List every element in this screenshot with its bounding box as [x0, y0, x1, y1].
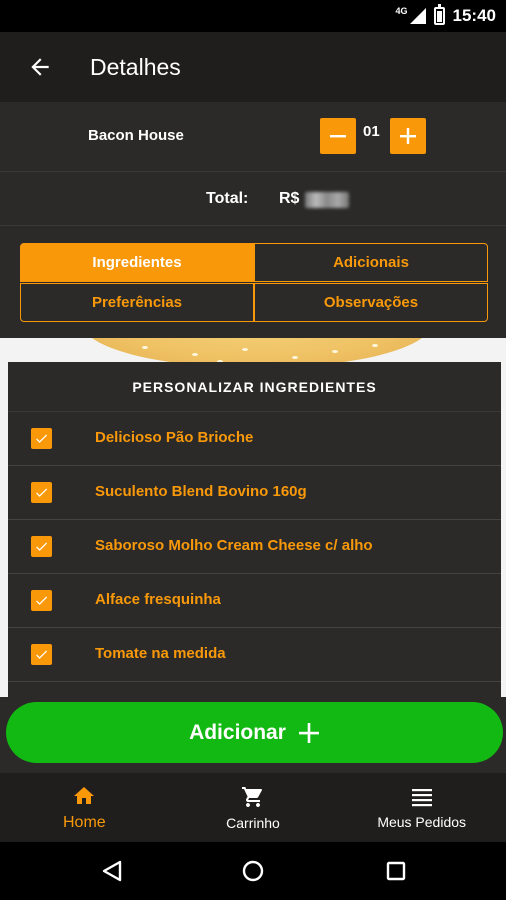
checkbox[interactable] — [31, 428, 52, 449]
check-icon — [36, 434, 48, 443]
ingredient-label: Delicioso Pão Brioche — [95, 429, 254, 446]
cart-icon — [242, 786, 262, 807]
check-icon — [36, 650, 48, 659]
decrease-quantity-button[interactable] — [320, 118, 356, 154]
ingredient-row[interactable]: Tomate na medida — [8, 628, 501, 682]
add-button-bar: Adicionar — [0, 697, 506, 773]
product-row: Bacon House 01 — [0, 102, 506, 172]
network-type: 4G — [395, 6, 408, 16]
battery-icon — [433, 4, 445, 25]
product-name: Bacon House — [88, 127, 184, 144]
ingredient-label: Saboroso Molho Cream Cheese c/ alho — [95, 537, 373, 554]
bottom-navigation: Home Carrinho Meus Pedidos — [0, 773, 506, 842]
ingredients-panel: PERSONALIZAR INGREDIENTES Delicioso Pão … — [8, 362, 501, 697]
nav-label: Home — [62, 813, 106, 831]
total-row: Total: R$ — [0, 172, 506, 226]
ingredient-label: Tomate na medida — [95, 645, 226, 662]
page-title: Detalhes — [90, 53, 181, 80]
nav-carrinho[interactable]: Carrinho — [169, 773, 338, 842]
checkbox[interactable] — [31, 482, 52, 503]
check-icon — [36, 596, 48, 605]
home-icon — [74, 786, 95, 804]
check-icon — [36, 488, 48, 497]
panel-title: PERSONALIZAR INGREDIENTES — [8, 362, 501, 412]
status-bar: 4G 15:40 — [0, 0, 506, 32]
signal-icon — [409, 8, 426, 24]
add-button-label: Adicionar — [189, 720, 286, 744]
nav-label: Meus Pedidos — [377, 813, 467, 830]
increase-quantity-button[interactable] — [390, 118, 426, 154]
ingredient-row[interactable]: Alface fresquinha — [8, 574, 501, 628]
detail-tabs: Ingredientes Adicionais Preferências Obs… — [20, 243, 488, 322]
back-button[interactable] — [0, 32, 80, 102]
ingredient-row[interactable]: Delicioso Pão Brioche — [8, 412, 501, 466]
add-to-cart-button[interactable]: Adicionar — [6, 702, 503, 763]
ingredient-row[interactable]: Saboroso Molho Cream Cheese c/ alho — [8, 520, 501, 574]
checkbox[interactable] — [31, 590, 52, 611]
tab-preferencias[interactable]: Preferências — [20, 283, 254, 322]
checkbox[interactable] — [31, 536, 52, 557]
nav-label: Carrinho — [226, 814, 280, 831]
nav-meus-pedidos[interactable]: Meus Pedidos — [337, 773, 506, 842]
total-value-blurred — [305, 192, 349, 208]
ingredient-label: Suculento Blend Bovino 160g — [95, 483, 307, 500]
currency-symbol: R$ — [279, 190, 300, 207]
checkbox[interactable] — [31, 644, 52, 665]
plus-icon — [298, 722, 319, 743]
tab-ingredientes[interactable]: Ingredientes — [20, 243, 254, 282]
back-triangle-icon[interactable] — [100, 859, 124, 883]
ingredient-label: Alface fresquinha — [95, 591, 221, 608]
minus-icon — [330, 135, 346, 138]
plus-icon — [400, 128, 416, 144]
nav-home[interactable]: Home — [0, 773, 169, 842]
check-icon — [36, 542, 48, 551]
status-time: 15:40 — [452, 6, 496, 25]
total-label: Total: — [206, 190, 249, 207]
tab-observacoes[interactable]: Observações — [254, 283, 488, 322]
list-icon — [411, 788, 432, 806]
home-circle-icon[interactable] — [241, 859, 265, 883]
quantity-value: 01 — [363, 123, 380, 140]
system-navigation — [0, 842, 506, 900]
recents-square-icon[interactable] — [384, 859, 408, 883]
tab-adicionais[interactable]: Adicionais — [254, 243, 488, 282]
app-bar: Detalhes — [0, 32, 506, 102]
ingredient-row[interactable]: Suculento Blend Bovino 160g — [8, 466, 501, 520]
arrow-left-icon — [31, 58, 49, 76]
